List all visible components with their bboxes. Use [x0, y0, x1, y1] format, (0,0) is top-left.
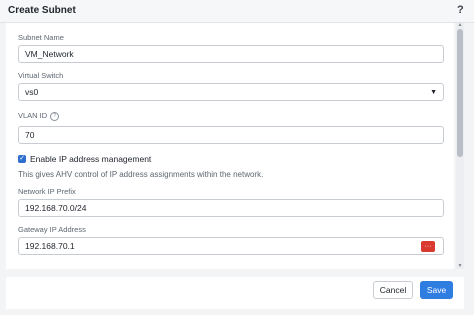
dialog-header: Create Subnet ?: [0, 0, 474, 23]
gateway-ip-value: 192.168.70.1: [25, 241, 75, 251]
chevron-down-icon: ▼: [430, 89, 437, 96]
save-button[interactable]: Save: [420, 281, 453, 299]
vlan-id-value: 70: [25, 130, 35, 140]
subnet-name-input[interactable]: VM_Network: [18, 45, 444, 63]
scroll-down-icon[interactable]: ▼: [457, 264, 463, 269]
gateway-ip-input[interactable]: 192.168.70.1 ···: [18, 237, 444, 255]
dialog-title: Create Subnet: [8, 5, 76, 16]
scroll-up-icon[interactable]: ▲: [457, 23, 463, 28]
vlan-id-label: VLAN ID?: [18, 111, 60, 121]
virtual-switch-label: Virtual Switch: [18, 71, 64, 80]
network-ip-prefix-input[interactable]: 192.168.70.0/24: [18, 199, 444, 217]
network-ip-prefix-value: 192.168.70.0/24: [25, 203, 87, 213]
create-subnet-dialog: Create Subnet ? Subnet Name VM_Network V…: [0, 0, 474, 315]
dialog-footer: Cancel Save: [6, 277, 464, 309]
scrollbar-thumb[interactable]: [457, 29, 463, 157]
more-options-icon[interactable]: ···: [421, 241, 435, 252]
ip-management-description: This gives AHV control of IP address ass…: [18, 170, 264, 179]
subnet-name-label: Subnet Name: [18, 33, 64, 42]
virtual-switch-select[interactable]: vs0 ▼: [18, 83, 444, 101]
dialog-body: Subnet Name VM_Network Virtual Switch vs…: [6, 23, 454, 269]
ip-management-label[interactable]: Enable IP address management: [30, 154, 151, 164]
subnet-name-value: VM_Network: [25, 49, 74, 59]
scrollbar[interactable]: ▲ ▼: [456, 23, 464, 269]
info-icon[interactable]: ?: [50, 111, 60, 121]
gateway-ip-label: Gateway IP Address: [18, 225, 86, 234]
vlan-id-label-text: VLAN ID: [18, 111, 48, 120]
cancel-button[interactable]: Cancel: [373, 281, 413, 299]
vlan-id-input[interactable]: 70: [18, 126, 444, 144]
network-ip-prefix-label: Network IP Prefix: [18, 187, 76, 196]
help-icon[interactable]: ?: [457, 4, 464, 16]
virtual-switch-value: vs0: [25, 87, 39, 97]
ip-management-checkbox[interactable]: ✓: [18, 155, 26, 163]
